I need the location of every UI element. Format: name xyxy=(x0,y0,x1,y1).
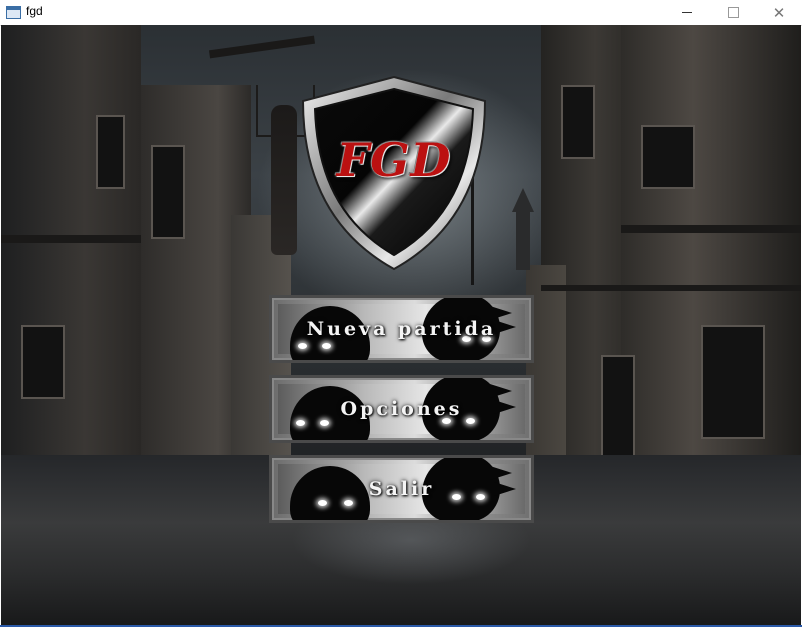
app-icon xyxy=(6,6,21,19)
timber-beam xyxy=(621,225,801,233)
minimize-button[interactable] xyxy=(664,0,710,25)
building-window xyxy=(701,325,765,439)
close-icon: ✕ xyxy=(772,3,786,22)
building-window xyxy=(96,115,125,189)
maximize-button[interactable] xyxy=(710,0,756,25)
options-button[interactable]: Opciones xyxy=(269,375,534,443)
new-game-label: Nueva partida xyxy=(306,318,497,340)
building-window xyxy=(151,145,185,239)
window-title: fgd xyxy=(26,4,43,18)
maximize-icon xyxy=(727,7,739,18)
options-label: Opciones xyxy=(340,398,463,420)
logo-text: FGD xyxy=(336,133,452,187)
hanging-figure xyxy=(271,105,297,255)
timber-beam xyxy=(541,285,801,291)
exit-button[interactable]: Salir xyxy=(269,455,534,523)
game-canvas: FGD Nueva partida Opciones Salir xyxy=(1,25,801,625)
minimize-icon xyxy=(682,12,692,13)
exit-label: Salir xyxy=(368,478,435,500)
building-window xyxy=(21,325,65,399)
building-window xyxy=(561,85,595,159)
timber-beam xyxy=(1,235,141,243)
game-logo: FGD xyxy=(299,73,489,273)
window-titlebar: fgd ✕ xyxy=(0,0,802,26)
gallows-beam xyxy=(208,35,316,59)
building-window xyxy=(641,125,695,189)
close-button[interactable]: ✕ xyxy=(756,0,802,25)
new-game-button[interactable]: Nueva partida xyxy=(269,295,534,363)
